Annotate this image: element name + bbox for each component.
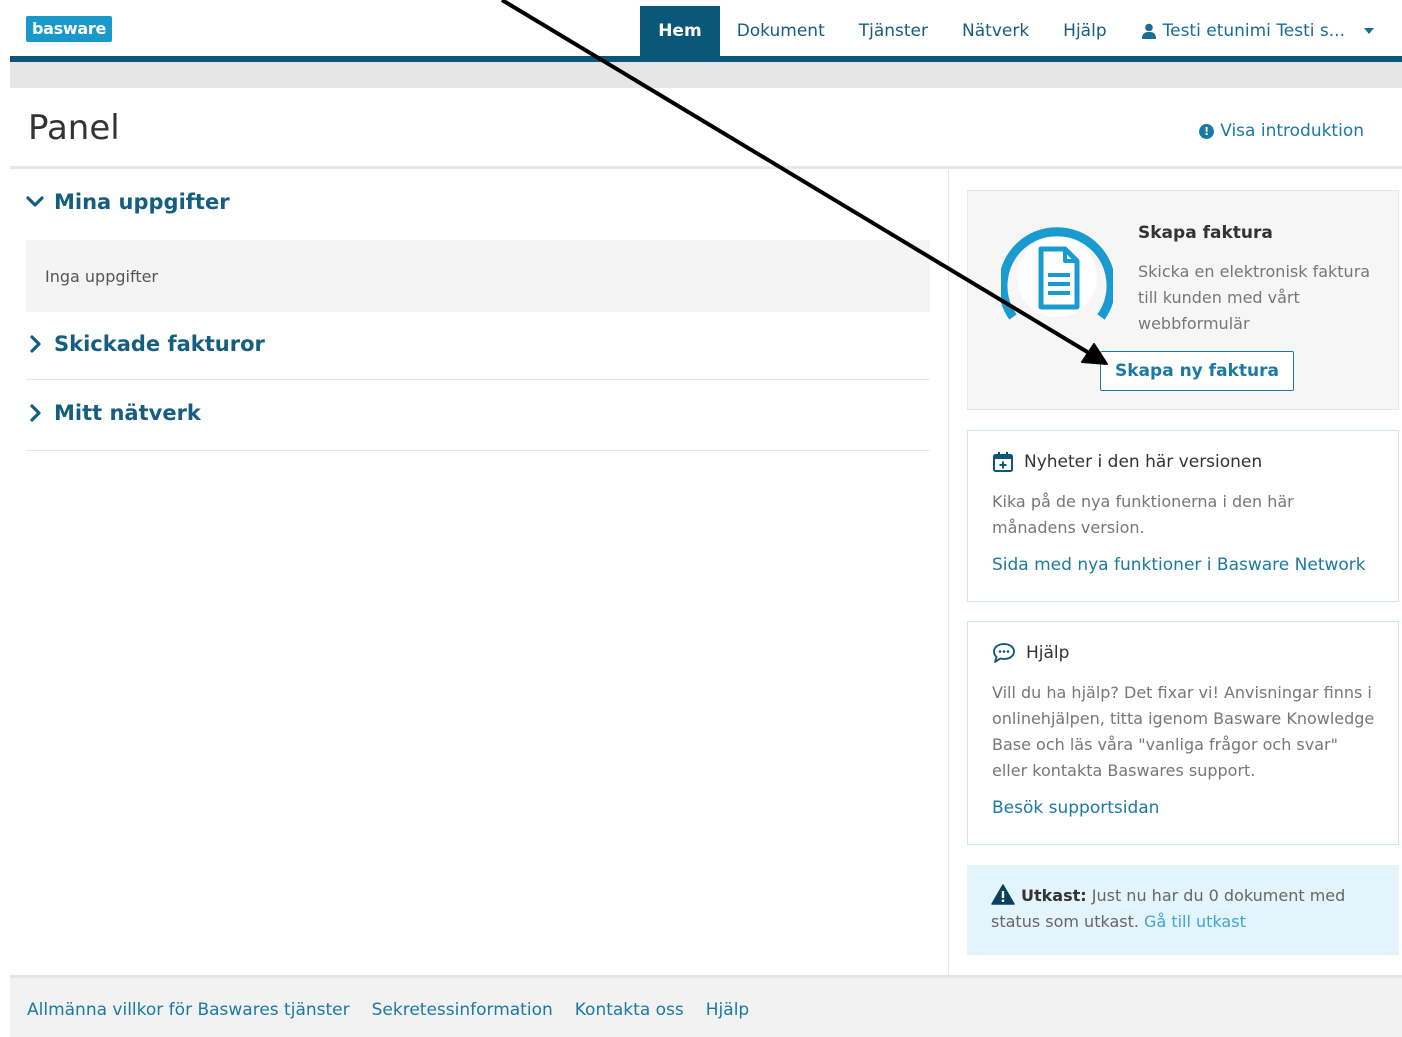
info-icon: !	[1199, 123, 1215, 139]
draft-message: Utkast: Just nu har du 0 dokument med st…	[991, 883, 1391, 935]
section-divider	[26, 379, 930, 380]
help-title: Hjälp	[1026, 643, 1070, 663]
create-invoice-title: Skapa faktura	[1138, 223, 1273, 243]
tasks-empty-text: Inga uppgifter	[45, 266, 159, 286]
chevron-down-icon	[26, 196, 44, 207]
nav-hem[interactable]: Hem	[640, 6, 720, 56]
user-name: Testi etunimi Testi s...	[1162, 21, 1345, 41]
footer-links: Allmänna villkor för Baswares tjänster S…	[27, 1000, 749, 1020]
sub-bar	[10, 62, 1402, 88]
create-invoice-card: Skapa faktura Skicka en elektronisk fakt…	[967, 190, 1399, 410]
nav-natverk[interactable]: Nätverk	[945, 6, 1046, 56]
footer-terms-link[interactable]: Allmänna villkor för Baswares tjänster	[27, 1000, 350, 1020]
support-page-link[interactable]: Besök supportsidan	[992, 798, 1159, 818]
user-menu[interactable]: Testi etunimi Testi s...	[1124, 6, 1380, 56]
news-header: Nyheter i den här versionen	[992, 451, 1262, 473]
calendar-plus-icon	[993, 452, 1013, 472]
create-invoice-description: Skicka en elektronisk faktura till kunde…	[1138, 262, 1371, 333]
footer-contact-link[interactable]: Kontakta oss	[575, 1000, 684, 1020]
show-intro-label: Visa introduktion	[1220, 121, 1364, 141]
caret-down-icon	[1364, 28, 1374, 34]
chevron-right-icon	[30, 335, 41, 353]
section-divider	[26, 450, 930, 451]
section-sent-invoices[interactable]: Skickade fakturor	[26, 332, 265, 356]
top-bar: basware Hem Dokument Tjänster Nätverk Hj…	[10, 0, 1402, 56]
chevron-right-icon	[30, 404, 41, 422]
help-card: Hjälp Vill du ha hjälp? Det fixar vi! An…	[967, 621, 1399, 845]
column-divider	[948, 170, 949, 975]
footer: Allmänna villkor för Baswares tjänster S…	[10, 975, 1402, 1037]
show-intro-link[interactable]: ! Visa introduktion	[1199, 121, 1364, 141]
go-to-drafts-link[interactable]: Gå till utkast	[1144, 912, 1246, 931]
section-my-network[interactable]: Mitt nätverk	[26, 401, 201, 425]
basware-logo[interactable]: basware	[26, 16, 112, 42]
news-text: Kika på de nya funktionerna i den här må…	[992, 492, 1294, 537]
app-window: basware Hem Dokument Tjänster Nätverk Hj…	[10, 0, 1402, 1037]
section-my-tasks[interactable]: Mina uppgifter	[26, 190, 230, 214]
new-features-link[interactable]: Sida med nya funktioner i Basware Networ…	[992, 555, 1366, 575]
draft-notice: Utkast: Just nu har du 0 dokument med st…	[967, 865, 1399, 955]
help-header: Hjälp	[992, 642, 1069, 664]
page-title: Panel	[28, 108, 120, 148]
warning-icon	[991, 884, 1015, 905]
section-my-network-label: Mitt nätverk	[54, 401, 201, 425]
document-icon	[1001, 227, 1113, 320]
news-card: Nyheter i den här versionen Kika på de n…	[967, 430, 1399, 602]
chat-bubble-icon	[993, 643, 1015, 663]
user-icon	[1141, 23, 1156, 39]
create-new-invoice-button[interactable]: Skapa ny faktura	[1100, 351, 1294, 391]
news-title: Nyheter i den här versionen	[1024, 452, 1263, 472]
section-sent-invoices-label: Skickade fakturor	[54, 332, 265, 356]
nav-tjanster[interactable]: Tjänster	[842, 6, 945, 56]
footer-help-link[interactable]: Hjälp	[706, 1000, 749, 1020]
draft-label: Utkast:	[1021, 886, 1087, 905]
title-divider	[10, 166, 1402, 169]
help-text: Vill du ha hjälp? Det fixar vi! Anvisnin…	[992, 683, 1375, 780]
tasks-empty-state: Inga uppgifter	[26, 240, 930, 312]
nav-dokument[interactable]: Dokument	[720, 6, 842, 56]
main-nav: Hem Dokument Tjänster Nätverk Hjälp Test…	[640, 6, 1380, 56]
nav-hjalp[interactable]: Hjälp	[1046, 6, 1123, 56]
section-my-tasks-label: Mina uppgifter	[54, 190, 230, 214]
footer-privacy-link[interactable]: Sekretessinformation	[372, 1000, 553, 1020]
